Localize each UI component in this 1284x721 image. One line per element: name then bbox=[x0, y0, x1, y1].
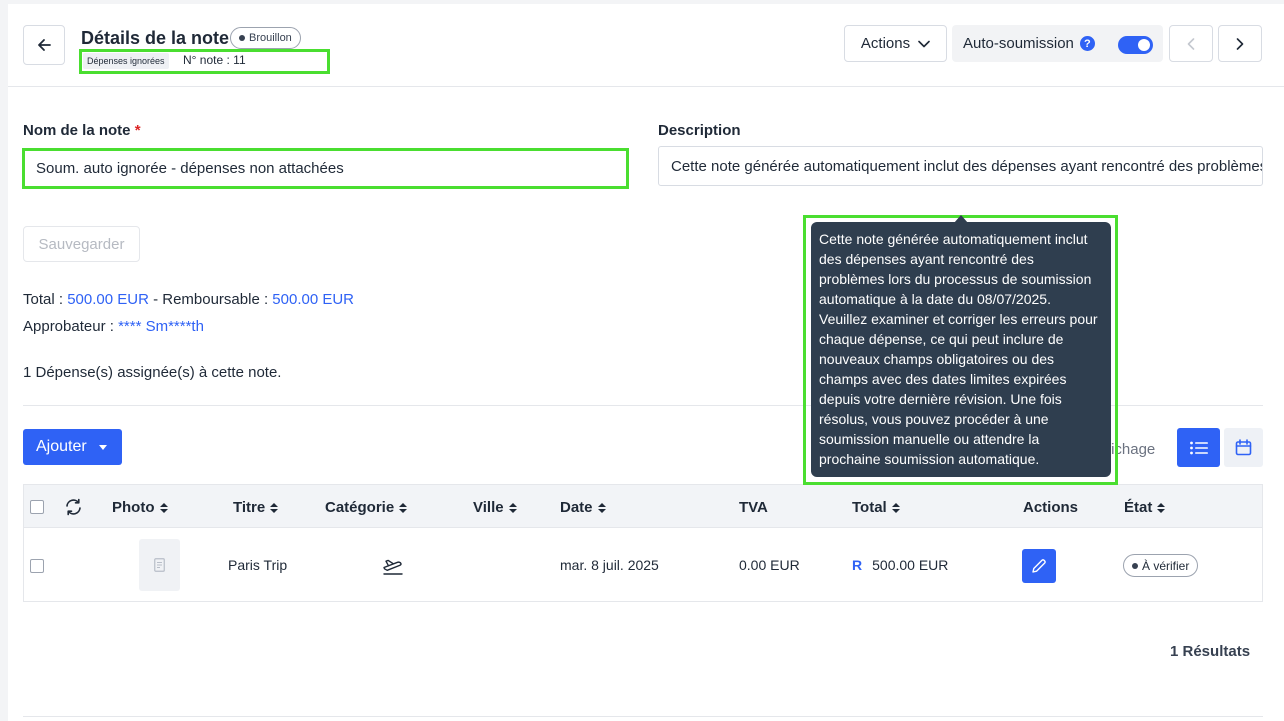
ignored-expenses-tag: Dépenses ignorées bbox=[83, 53, 169, 69]
table-header: Photo Titre Catégorie Ville Date TVA Tot… bbox=[23, 484, 1263, 528]
column-header-photo-label: Photo bbox=[112, 499, 155, 516]
description-input[interactable]: Cette note générée automatiquement inclu… bbox=[658, 146, 1263, 186]
row-total-value: 500.00 EUR bbox=[872, 557, 949, 573]
column-header-category-label: Catégorie bbox=[325, 499, 395, 516]
column-header-city[interactable]: Ville bbox=[473, 499, 517, 516]
row-checkbox[interactable] bbox=[30, 559, 44, 573]
page-title: Détails de la note bbox=[81, 28, 230, 48]
sort-icon bbox=[891, 502, 900, 513]
note-name-value: Soum. auto ignorée - dépenses non attach… bbox=[36, 160, 344, 177]
next-note-button[interactable] bbox=[1218, 25, 1262, 62]
toggle-knob bbox=[1138, 39, 1150, 51]
row-title: Paris Trip bbox=[228, 557, 288, 573]
column-header-title-label: Titre bbox=[233, 499, 266, 516]
description-value: Cette note générée automatiquement inclu… bbox=[671, 157, 1263, 175]
actions-dropdown-button[interactable]: Actions bbox=[844, 25, 947, 62]
approver-label: Approbateur : bbox=[23, 318, 119, 335]
column-header-title[interactable]: Titre bbox=[233, 499, 279, 516]
calendar-view-button[interactable] bbox=[1224, 428, 1263, 467]
arrow-left-icon bbox=[38, 39, 51, 51]
back-button[interactable] bbox=[23, 25, 65, 65]
sort-icon bbox=[159, 502, 168, 513]
column-header-date[interactable]: Date bbox=[560, 499, 606, 516]
add-button[interactable]: Ajouter bbox=[23, 429, 122, 465]
save-button[interactable]: Sauvegarder bbox=[23, 226, 140, 262]
row-date: mar. 8 juil. 2025 bbox=[560, 557, 659, 573]
auto-submit-toggle[interactable] bbox=[1118, 36, 1153, 54]
sort-icon bbox=[270, 502, 279, 513]
caret-down-icon bbox=[98, 444, 107, 450]
column-header-total[interactable]: Total bbox=[852, 499, 900, 516]
refresh-icon[interactable] bbox=[64, 498, 83, 521]
row-total: R 500.00 EUR bbox=[852, 557, 948, 573]
column-header-city-label: Ville bbox=[473, 499, 504, 516]
column-header-actions: Actions bbox=[1023, 499, 1079, 516]
column-header-total-label: Total bbox=[852, 499, 887, 516]
chevron-right-icon bbox=[1236, 37, 1244, 50]
plane-departure-icon bbox=[382, 555, 404, 580]
description-label: Description bbox=[658, 122, 741, 139]
footer-divider bbox=[23, 716, 1263, 717]
select-all-checkbox[interactable] bbox=[30, 500, 44, 514]
pencil-icon bbox=[1032, 559, 1046, 573]
auto-submit-label: Auto-soumission bbox=[963, 35, 1074, 52]
description-tooltip: Cette note générée automatiquement inclu… bbox=[811, 222, 1111, 477]
required-mark: * bbox=[134, 122, 141, 139]
edit-button[interactable] bbox=[1022, 549, 1056, 583]
list-view-button[interactable] bbox=[1177, 428, 1220, 467]
note-name-label-text: Nom de la note bbox=[23, 122, 131, 139]
column-header-photo[interactable]: Photo bbox=[112, 499, 168, 516]
row-vat: 0.00 EUR bbox=[739, 557, 800, 573]
sort-icon bbox=[1157, 502, 1166, 513]
receipt-photo[interactable] bbox=[139, 539, 180, 591]
note-number: N° note : 11 bbox=[183, 53, 246, 67]
column-header-category[interactable]: Catégorie bbox=[325, 499, 408, 516]
status-badge: Brouillon bbox=[230, 27, 301, 49]
approver-line: Approbateur : **** Sm****th bbox=[23, 318, 204, 335]
note-name-label: Nom de la note * bbox=[23, 122, 141, 139]
sort-icon bbox=[508, 502, 517, 513]
refundable-mark: R bbox=[852, 557, 863, 573]
note-details-page: Détails de la note Brouillon Dépenses ig… bbox=[8, 4, 1284, 721]
chevron-down-icon bbox=[918, 40, 930, 47]
sort-icon bbox=[399, 502, 408, 513]
total-label: Total : bbox=[23, 291, 68, 308]
column-header-date-label: Date bbox=[560, 499, 593, 516]
sort-icon bbox=[597, 502, 606, 513]
column-header-state[interactable]: État bbox=[1124, 499, 1166, 516]
state-badge-label: À vérifier bbox=[1142, 558, 1190, 573]
actions-label: Actions bbox=[860, 35, 911, 52]
calendar-icon bbox=[1235, 439, 1252, 456]
status-dot-icon bbox=[239, 35, 245, 41]
note-name-input[interactable]: Soum. auto ignorée - dépenses non attach… bbox=[22, 148, 629, 189]
column-header-state-label: État bbox=[1124, 499, 1153, 516]
approver-value[interactable]: **** Sm****th bbox=[118, 318, 204, 335]
status-badge-label: Brouillon bbox=[249, 32, 292, 44]
results-count: 1 Résultats bbox=[1170, 643, 1251, 660]
table-row[interactable]: Paris Trip mar. 8 juil. 2025 0.00 EUR R5… bbox=[23, 528, 1263, 602]
state-dot-icon bbox=[1132, 562, 1138, 569]
list-icon bbox=[1189, 441, 1208, 454]
column-header-vat: TVA bbox=[739, 499, 768, 516]
total-value: 500.00 EUR bbox=[67, 291, 149, 308]
chevron-left-icon bbox=[1187, 37, 1195, 50]
state-badge: À vérifier bbox=[1123, 554, 1199, 577]
previous-note-button[interactable] bbox=[1169, 25, 1213, 62]
assigned-count: 1 Dépense(s) assignée(s) à cette note. bbox=[23, 364, 282, 381]
add-label: Ajouter bbox=[36, 438, 87, 455]
help-icon[interactable]: ? bbox=[1079, 36, 1095, 51]
header-divider bbox=[8, 86, 1284, 87]
receipt-icon bbox=[154, 558, 165, 572]
totals-line: Total : 500.00 EUR - Remboursable : 500.… bbox=[23, 291, 354, 308]
refundable-value: 500.00 EUR bbox=[272, 291, 355, 308]
refundable-label: - Remboursable : bbox=[148, 291, 273, 308]
